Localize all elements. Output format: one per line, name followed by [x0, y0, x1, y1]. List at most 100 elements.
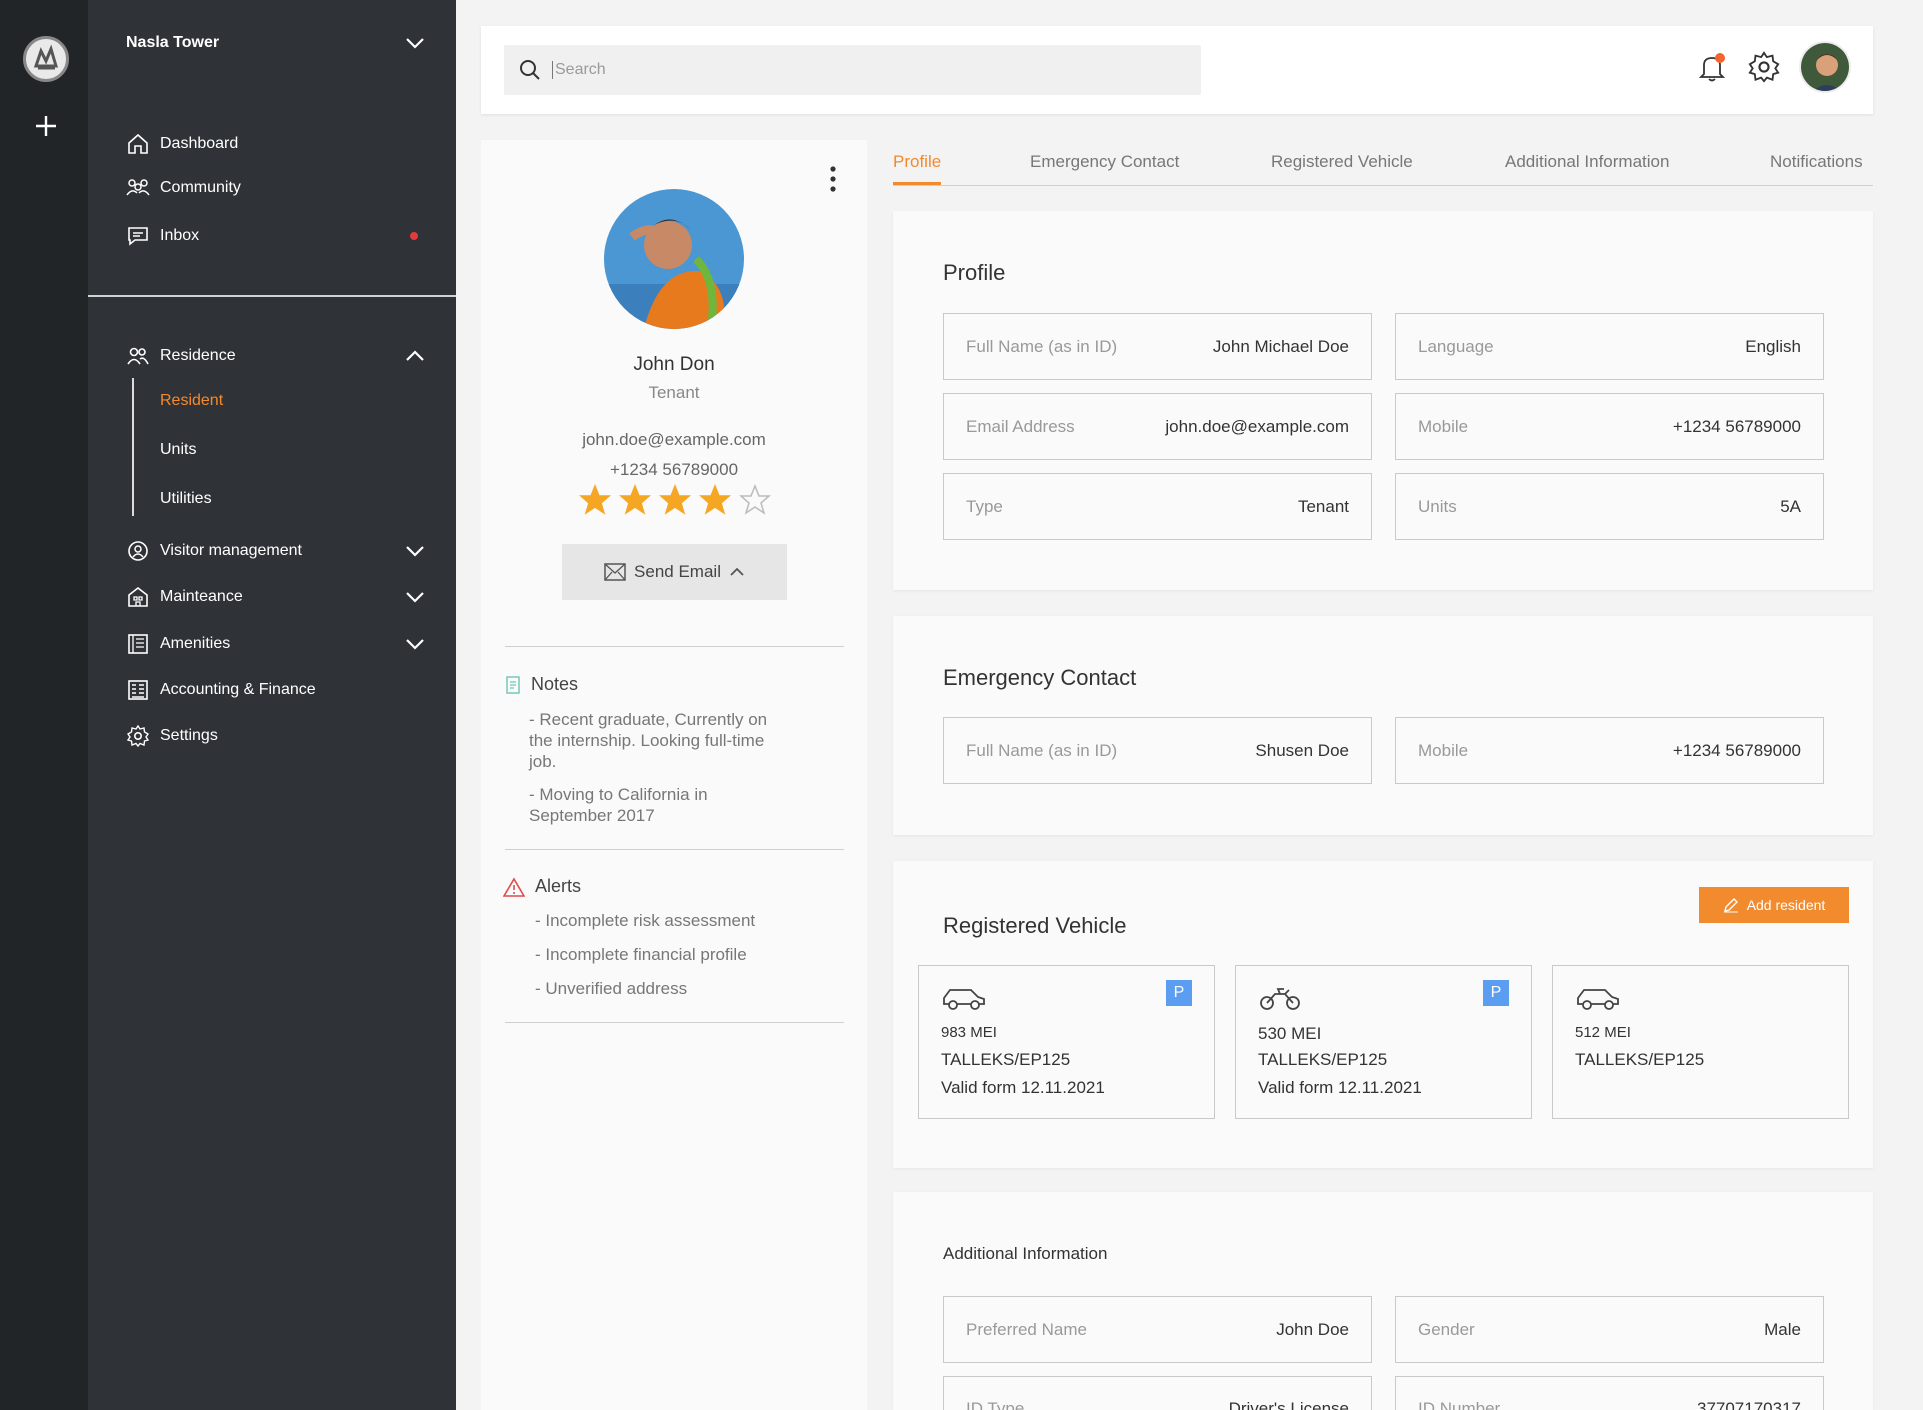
field-value: john.doe@example.com [1165, 416, 1349, 436]
id-type-field[interactable]: ID Type Driver's License [943, 1376, 1372, 1410]
vehicle-card[interactable]: 512 MEI TALLEKS/EP125 [1552, 965, 1849, 1119]
tab-registered-vehicle[interactable]: Registered Vehicle [1271, 152, 1413, 185]
field-label: ID Type [966, 1399, 1025, 1410]
users-icon [127, 347, 149, 365]
add-resident-button[interactable]: Add resident [1699, 887, 1849, 923]
search-input[interactable] [552, 61, 1152, 79]
property-name: Nasla Tower [126, 34, 220, 51]
preferred-name-field[interactable]: Preferred Name John Doe [943, 1296, 1372, 1363]
visitor-icon [128, 541, 148, 561]
email-field[interactable]: Email Address john.doe@example.com [943, 393, 1372, 460]
warning-icon [503, 876, 525, 897]
gender-field[interactable]: Gender Male [1395, 1296, 1824, 1363]
sidebar-item-label: Community [160, 179, 241, 196]
user-avatar[interactable] [1799, 41, 1851, 93]
sidebar-subitem-resident[interactable]: Resident [160, 392, 223, 410]
star-filled-icon [699, 484, 731, 515]
note-item: - Moving to California in September 2017 [529, 785, 708, 825]
sidebar-item-maintenance[interactable]: Mainteance [126, 584, 426, 610]
send-email-label: Send Email [634, 562, 721, 581]
mobile-field[interactable]: Mobile +1234 56789000 [1395, 393, 1824, 460]
field-label: Preferred Name [966, 1319, 1087, 1339]
star-filled-icon [659, 484, 691, 515]
search-icon [520, 60, 540, 80]
property-switcher[interactable]: Nasla Tower [126, 28, 426, 58]
sidebar-item-label: Settings [160, 727, 218, 744]
sidebar-item-community[interactable]: Community [126, 175, 426, 201]
gear-icon[interactable] [1747, 50, 1781, 84]
id-number-field[interactable]: ID Number 37707170317 [1395, 1376, 1824, 1410]
vehicle-validity: Valid form 12.11.2021 [941, 1078, 1105, 1097]
sidebar-item-settings[interactable]: Settings [126, 723, 426, 749]
more-options-icon[interactable] [827, 164, 839, 194]
field-value: 37707170317 [1696, 1399, 1801, 1410]
profile-tabs: Profile Emergency Contact Registered Veh… [893, 150, 1873, 186]
building-logo-icon[interactable] [23, 36, 69, 82]
sidebar-item-label: Accounting & Finance [160, 681, 316, 698]
emergency-name-field[interactable]: Full Name (as in ID) Shusen Doe [943, 717, 1372, 784]
vehicle-plate: TALLEKS/EP125 [941, 1050, 1071, 1069]
field-value: Tenant [1297, 496, 1349, 516]
chevron-down-icon [406, 639, 424, 650]
home-icon [128, 133, 148, 154]
additional-information-card: Additional Information Preferred Name Joh… [893, 1192, 1873, 1410]
sidebar-item-accounting-finance[interactable]: Accounting & Finance [126, 677, 426, 703]
chevron-down-icon [406, 546, 424, 557]
field-value: John Michael Doe [1212, 336, 1349, 356]
sidebar-item-residence[interactable]: Residence [126, 343, 426, 369]
emergency-mobile-field[interactable]: Mobile +1234 56789000 [1395, 717, 1824, 784]
edit-icon [1723, 898, 1738, 913]
tab-emergency-contact[interactable]: Emergency Contact [1030, 152, 1179, 185]
send-email-button[interactable]: Send Email [562, 544, 787, 600]
sidebar-subitem-utilities[interactable]: Utilities [160, 490, 212, 508]
emergency-title: Emergency Contact [943, 665, 1137, 690]
divider [505, 646, 844, 647]
resident-phone: +1234 56789000 [609, 460, 739, 479]
resident-email[interactable]: john.doe@example.com [481, 430, 867, 450]
sidebar-item-label: Mainteance [160, 588, 243, 605]
vehicle-card[interactable]: P 983 MEI TALLEKS/EP125 Valid form 12.11… [918, 965, 1215, 1119]
notification-badge [1715, 53, 1725, 63]
tab-profile[interactable]: Profile [893, 152, 942, 185]
building-icon [128, 586, 148, 607]
sidebar-item-inbox[interactable]: Inbox [126, 223, 426, 249]
alerts-title: Alerts [535, 876, 582, 896]
vehicle-card[interactable]: P 530 MEI TALLEKS/EP125 Valid form 12.11… [1235, 965, 1532, 1119]
parking-badge: P [1166, 980, 1192, 1006]
rating-stars [579, 484, 771, 516]
bell-icon[interactable] [1695, 50, 1729, 84]
sidebar-item-amenities[interactable]: Amenities [126, 631, 426, 657]
full-name-field[interactable]: Full Name (as in ID) John Michael Doe [943, 313, 1372, 380]
emergency-contact-card: Emergency Contact Full Name (as in ID) Sh… [893, 616, 1873, 835]
sidebar-subitem-units[interactable]: Units [160, 441, 196, 459]
vehicle-title: Registered Vehicle [943, 913, 1127, 938]
field-value: Male [1764, 1319, 1801, 1339]
sidebar-item-dashboard[interactable]: Dashboard [126, 131, 426, 157]
plus-icon[interactable] [32, 112, 60, 140]
chevron-down-icon [406, 38, 424, 49]
type-field[interactable]: Type Tenant [943, 473, 1372, 540]
star-filled-icon [579, 484, 611, 515]
notes-icon [506, 675, 520, 694]
field-value: Shusen Doe [1255, 740, 1349, 760]
sidebar-item-visitor-management[interactable]: Visitor management [126, 538, 426, 564]
vehicle-code: 983 MEI [941, 1024, 997, 1041]
tab-additional-information[interactable]: Additional Information [1505, 152, 1669, 185]
registered-vehicle-card: Registered Vehicle Add resident P 983 ME… [893, 861, 1873, 1168]
resident-photo [604, 189, 744, 329]
alerts-heading: Alerts [503, 876, 581, 897]
units-field[interactable]: Units 5A [1395, 473, 1824, 540]
tab-notifications[interactable]: Notifications [1770, 152, 1863, 185]
app-rail [0, 0, 88, 1410]
add-resident-label: Add resident [1746, 897, 1826, 913]
sidebar-divider [88, 295, 456, 297]
envelope-icon [604, 563, 626, 581]
unread-indicator [410, 232, 418, 240]
field-value: John Doe [1276, 1319, 1349, 1339]
vehicle-validity: Valid form 12.11.2021 [1258, 1078, 1422, 1097]
vehicle-plate: TALLEKS/EP125 [1575, 1050, 1705, 1069]
motorcycle-icon [1260, 988, 1300, 1010]
sidebar-item-label: Visitor management [160, 542, 302, 559]
language-field[interactable]: Language English [1395, 313, 1824, 380]
resident-role: Tenant [648, 383, 700, 402]
